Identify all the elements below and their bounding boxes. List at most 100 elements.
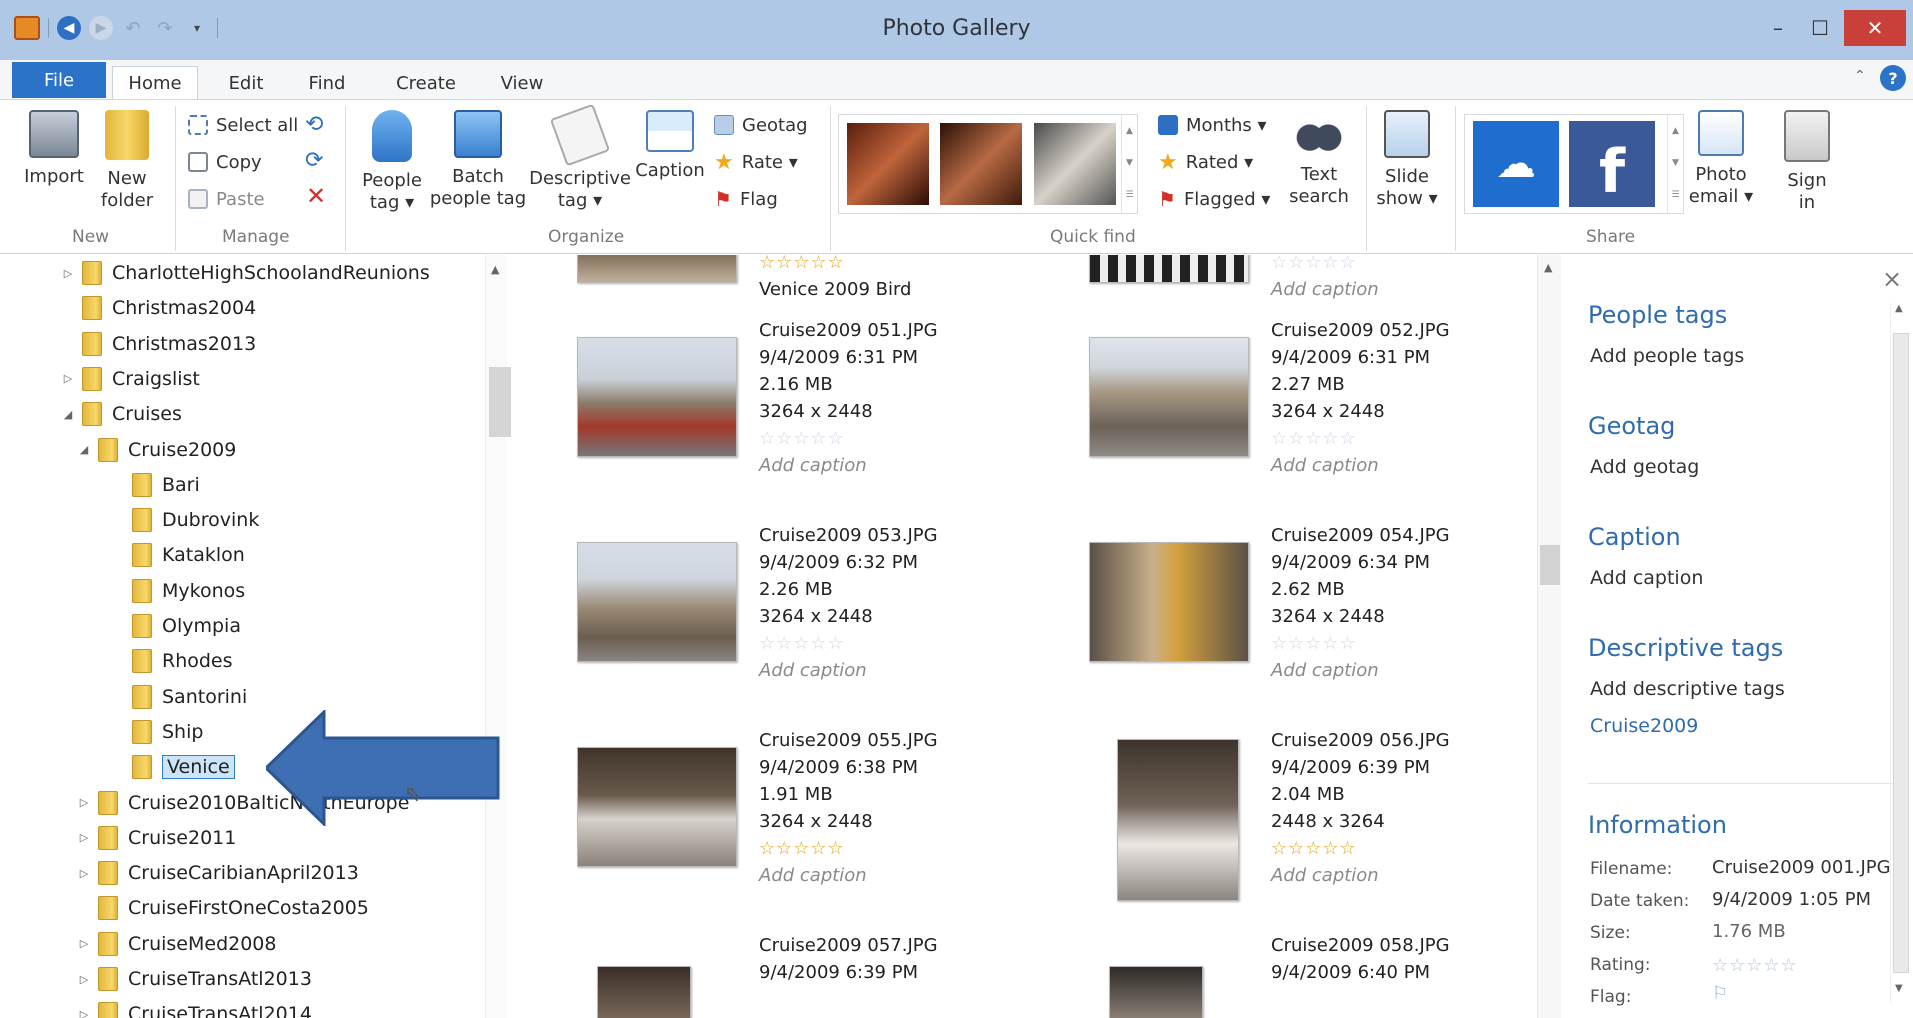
tab-edit[interactable]: Edit [215,66,277,100]
add-geotag-link[interactable]: Add geotag [1590,456,1699,478]
tab-home[interactable]: Home [112,66,198,100]
add-descriptive-tags-link[interactable]: Add descriptive tags [1590,678,1785,700]
tree-item[interactable]: ◢ Cruises [60,397,182,431]
expand-arrow-icon[interactable]: ◢ [60,408,76,421]
add-people-tags-link[interactable]: Add people tags [1590,345,1744,367]
close-button[interactable]: ✕ [1844,10,1906,46]
tree-item[interactable]: ▷ Craigslist [60,362,200,396]
filename-value[interactable]: Cruise2009 001.JPG [1712,857,1891,878]
person-thumbnail[interactable] [940,123,1022,205]
copy-button[interactable]: Copy [188,147,262,177]
tab-create[interactable]: Create [386,66,466,100]
months-button[interactable]: Months ▾ [1158,110,1267,140]
people-tag-button[interactable]: People tag ▾ [358,110,426,214]
tab-view[interactable]: View [494,66,550,100]
rated-button[interactable]: ★ Rated ▾ [1158,147,1253,177]
tree-item[interactable]: Bari [110,468,200,502]
caption-button[interactable]: Caption [630,110,710,182]
rating-stars[interactable]: ☆☆☆☆☆ [1271,255,1379,276]
expand-arrow-icon[interactable]: ▷ [76,1008,92,1018]
collapse-ribbon-icon[interactable]: ⌃ [1854,68,1866,84]
gallery-scrollbar[interactable]: ▲ [1537,255,1561,1018]
delete-icon[interactable]: ✕ [306,182,326,210]
add-caption-link[interactable]: Add caption [1271,862,1450,889]
rotate-left-icon[interactable]: ⟲ [305,112,323,137]
expand-arrow-icon[interactable]: ◢ [76,443,92,456]
tree-item[interactable]: Olympia [110,609,241,643]
batch-people-tag-button[interactable]: Batch people tag [428,110,528,210]
add-caption-link[interactable]: Add caption [759,862,938,889]
tree-item[interactable]: Ship [110,715,203,749]
tree-item[interactable]: ◢ Cruise2009 [76,433,236,467]
photo-caption[interactable]: Venice 2009 Bird [759,276,911,303]
sign-in-button[interactable]: Sign in [1776,110,1838,214]
paste-button[interactable]: Paste [188,184,265,214]
tree-item[interactable]: Rhodes [110,644,233,678]
slide-show-button[interactable]: Slide show ▾ [1372,110,1442,210]
descriptive-tag-item[interactable]: Cruise2009 [1590,715,1698,737]
descriptive-tag-button[interactable]: Descriptive tag ▾ [529,103,631,212]
photo-thumbnail[interactable] [577,542,737,662]
photo-thumbnail[interactable] [1117,739,1239,901]
import-button[interactable]: Import [24,110,84,188]
photo-thumbnail[interactable] [577,337,737,457]
rating-stars[interactable]: ☆☆☆☆☆ [759,255,911,276]
expand-arrow-icon[interactable]: ▷ [76,831,92,844]
rating-stars[interactable]: ☆☆☆☆☆ [1271,425,1450,452]
tree-item[interactable]: ▷ CruiseTransAtl2013 [76,962,312,996]
tree-item[interactable]: ▷ CharlotteHighSchoolandReunions [60,256,430,290]
rotate-right-icon[interactable]: ⟳ [305,148,323,173]
expand-arrow-icon[interactable]: ▷ [76,796,92,809]
share-gallery-scroll[interactable]: ▲ ▼ ☰ [1667,115,1683,213]
select-all-button[interactable]: Select all [188,110,298,140]
close-pane-button[interactable]: × [1882,265,1902,293]
tree-item[interactable]: Mykonos [110,574,245,608]
tree-item[interactable]: ▷ CruiseTransAtl2014 [76,997,312,1018]
scroll-up-icon[interactable]: ▲ [1544,261,1552,274]
person-thumbnail[interactable] [847,123,929,205]
rating-stars[interactable]: ☆☆☆☆☆ [759,835,938,862]
add-caption-link[interactable]: Add caption [759,452,938,479]
scroll-thumb[interactable] [489,367,513,437]
tree-item[interactable]: CruiseFirstOneCosta2005 [76,891,369,925]
add-caption-link[interactable]: Add caption [1271,276,1379,303]
onedrive-icon[interactable]: ☁ [1473,121,1559,207]
expand-arrow-icon[interactable]: ▷ [76,937,92,950]
rating-stars[interactable]: ☆☆☆☆☆ [759,425,938,452]
tab-file[interactable]: File [12,62,106,98]
tree-item[interactable]: ▷ Cruise2011 [76,821,236,855]
rating-stars[interactable]: ☆☆☆☆☆ [1271,630,1450,657]
add-caption-link[interactable]: Add caption [1590,567,1703,589]
expand-arrow-icon[interactable]: ▷ [76,973,92,986]
tab-find[interactable]: Find [296,66,358,100]
video-thumbnail[interactable] [1089,255,1249,283]
photo-thumbnail[interactable] [577,255,737,283]
flag-value[interactable]: ⚐ [1712,983,1728,1004]
flagged-button[interactable]: ⚑ Flagged ▾ [1158,184,1270,214]
tree-item[interactable]: Christmas2013 [60,327,256,361]
tree-item[interactable]: Dubrovink [110,503,259,537]
person-thumbnail[interactable] [1034,123,1116,205]
gallery-scroll[interactable]: ▲ ▼ ☰ [1121,115,1137,213]
facebook-icon[interactable]: f [1569,121,1655,207]
add-caption-link[interactable]: Add caption [759,657,938,684]
maximize-button[interactable]: ☐ [1800,10,1840,46]
text-search-button[interactable]: Text search [1286,110,1352,208]
tree-item[interactable]: Santorini [110,680,247,714]
photo-thumbnail[interactable] [1089,337,1249,457]
scroll-thumb[interactable] [1540,545,1560,585]
rating-stars[interactable]: ☆☆☆☆☆ [1271,835,1450,862]
rating-value[interactable]: ☆☆☆☆☆ [1712,952,1798,979]
expand-arrow-icon[interactable]: ▷ [60,267,76,280]
photo-thumbnail[interactable] [577,747,737,867]
date-taken-value[interactable]: 9/4/2009 1:05 PM [1712,889,1871,910]
photo-thumbnail[interactable] [1109,966,1203,1018]
tree-item[interactable]: ▷ CruiseMed2008 [76,927,276,961]
tree-item[interactable]: ▷ CruiseCaribianApril2013 [76,856,359,890]
details-scrollbar[interactable]: ▲ ▼ [1890,303,1910,1003]
tree-item[interactable]: Venice [110,750,235,784]
help-icon[interactable]: ? [1880,65,1906,91]
add-caption-link[interactable]: Add caption [1271,452,1450,479]
photo-thumbnail[interactable] [597,966,691,1018]
photo-email-button[interactable]: Photo email ▾ [1688,110,1754,208]
